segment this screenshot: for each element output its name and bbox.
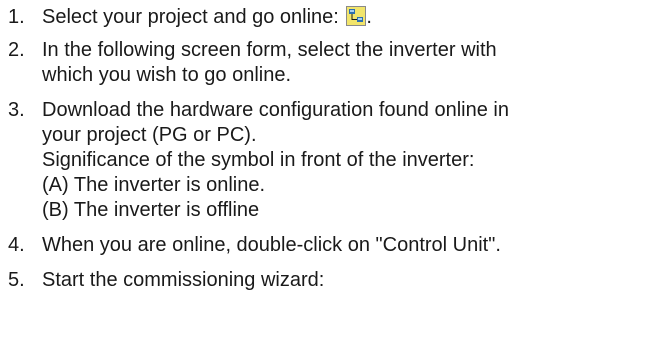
step-number: 5. bbox=[8, 269, 25, 291]
step-3-line-4: (A) The inverter is online. bbox=[42, 174, 266, 196]
step-4-line-1: When you are online, double-click on "Co… bbox=[42, 234, 501, 256]
step-number: 4. bbox=[8, 234, 25, 256]
step-1: 1. Select your project and go online: . bbox=[8, 5, 663, 30]
step-3-line-3: Significance of the symbol in front of t… bbox=[42, 149, 475, 171]
step-3-line-1: Download the hardware configuration foun… bbox=[42, 99, 509, 121]
step-number: 2. bbox=[8, 39, 25, 61]
step-3-line-5: (B) The inverter is offline bbox=[42, 199, 260, 221]
step-2: 2. In the following screen form, select … bbox=[8, 38, 663, 88]
step-4: 4. When you are online, double-click on … bbox=[8, 233, 663, 258]
step-3-line-2: your project (PG or PC). bbox=[42, 124, 257, 146]
step-1-text: Select your project and go online: bbox=[42, 6, 345, 28]
instruction-list: 1. Select your project and go online: . … bbox=[8, 0, 663, 293]
step-5-line-1: Start the commissioning wizard: bbox=[42, 269, 325, 291]
go-online-icon[interactable] bbox=[346, 6, 367, 26]
step-3: 3. Download the hardware configuration f… bbox=[8, 98, 663, 223]
step-1-period: . bbox=[366, 6, 372, 28]
step-2-line-2: which you wish to go online. bbox=[42, 64, 292, 86]
step-2-line-1: In the following screen form, select the… bbox=[42, 39, 497, 61]
step-number: 3. bbox=[8, 99, 25, 121]
step-number: 1. bbox=[8, 6, 25, 28]
step-5: 5. Start the commissioning wizard: bbox=[8, 268, 663, 293]
